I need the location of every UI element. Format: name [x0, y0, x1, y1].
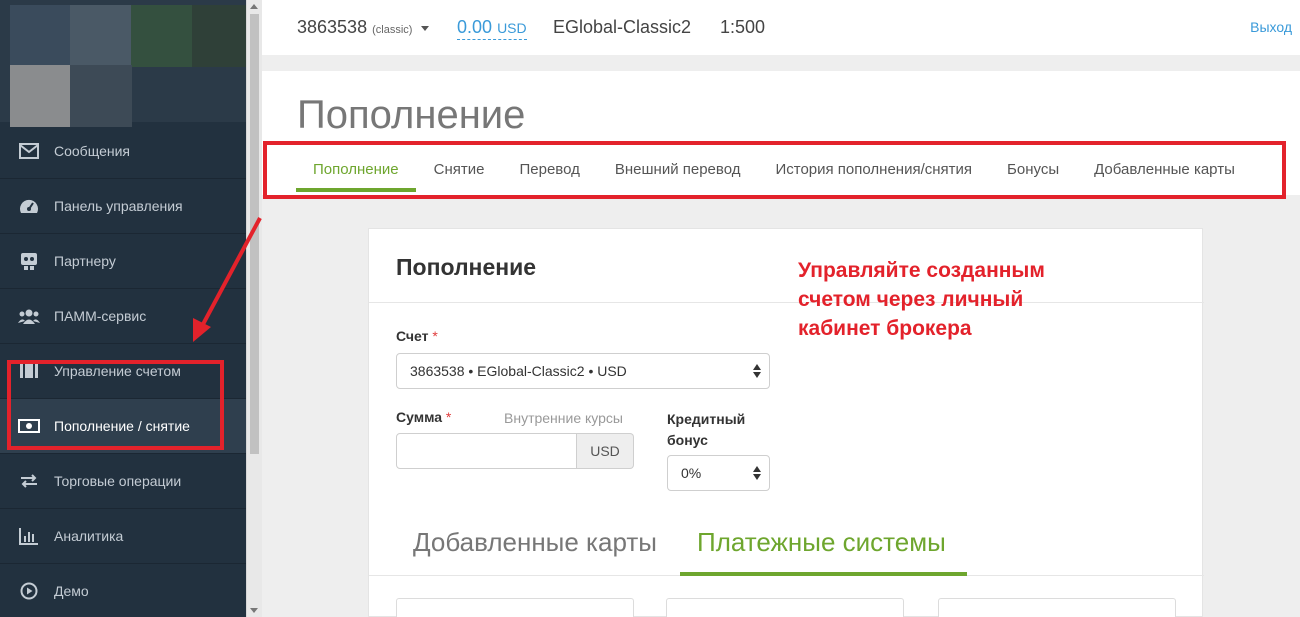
play-icon: [18, 580, 40, 602]
payment-method-card[interactable]: [396, 598, 634, 617]
caret-down-icon: [421, 25, 430, 31]
sidebar-item-label: Торговые операции: [54, 473, 182, 489]
account-select-value: 3863538 • EGlobal-Classic2 • USD: [410, 363, 627, 379]
sidebar-item-label: Аналитика: [54, 528, 124, 544]
amount-label: Сумма *: [396, 409, 451, 425]
annotation-line: счетом через личный: [798, 288, 1024, 311]
select-arrows-icon: [753, 364, 761, 378]
avatar-tile: [70, 65, 132, 127]
internal-rates-link[interactable]: Внутренние курсы: [504, 410, 623, 426]
required-mark: *: [432, 328, 438, 344]
page-title: Пополнение: [297, 93, 526, 137]
avatar-tile: [70, 5, 132, 67]
avatar[interactable]: [0, 0, 246, 127]
avatar-tile: [131, 5, 193, 67]
sidebar-item-dashboard[interactable]: Панель управления: [0, 179, 246, 234]
balance-value: 0.00: [457, 17, 493, 37]
sidebar-item-messages[interactable]: Сообщения: [0, 124, 246, 179]
avatar-tile: [10, 65, 72, 127]
sidebar-item-pamm[interactable]: ПАММ-сервис: [0, 289, 246, 344]
chart-icon: [18, 525, 40, 547]
logout-link[interactable]: Выход: [1250, 19, 1292, 35]
account-label: Счет *: [396, 328, 438, 344]
balance-currency: USD: [497, 20, 527, 36]
scroll-up-icon[interactable]: [250, 4, 258, 9]
sidebar-item-label: ПАММ-сервис: [54, 308, 147, 324]
sidebar-item-partner[interactable]: Партнеру: [0, 234, 246, 289]
envelope-icon: [18, 140, 40, 162]
card-title: Пополнение: [396, 254, 537, 280]
highlight-tabs-box: [263, 141, 1286, 199]
account-number: 3863538: [297, 17, 368, 37]
sidebar-item-trading[interactable]: Торговые операции: [0, 454, 246, 509]
top-bar: 3863538 (classic) 0.00 USD EGlobal-Class…: [262, 0, 1300, 55]
credit-bonus-label: Кредитный бонус: [667, 409, 745, 451]
sidebar-item-label: Панель управления: [54, 198, 183, 214]
required-mark: *: [445, 409, 452, 425]
payment-method-card[interactable]: [666, 598, 904, 617]
leverage: 1:500: [720, 17, 766, 37]
active-tab-indicator: [680, 572, 967, 576]
amount-input[interactable]: [396, 433, 577, 469]
account-type: (classic): [372, 24, 413, 36]
amount-label-text: Сумма: [396, 409, 443, 425]
avatar-tile: [10, 5, 72, 67]
annotation-line: кабинет брокера: [798, 317, 972, 340]
sidebar: Сообщения Панель управления Партнеру ПАМ…: [0, 0, 246, 617]
credit-bonus-label-line: Кредитный: [667, 411, 746, 427]
annotation-note: Управляйте созданным счетом через личный…: [798, 256, 1128, 343]
annotation-line: Управляйте созданным: [798, 259, 1045, 282]
sidebar-item-label: Демо: [54, 583, 89, 599]
partner-icon: [18, 250, 40, 272]
amount-currency: USD: [577, 433, 634, 469]
sidebar-item-analytics[interactable]: Аналитика: [0, 509, 246, 564]
credit-bonus-label-line: бонус: [667, 432, 708, 448]
account-label-text: Счет: [396, 328, 429, 344]
avatar-tile: [192, 5, 246, 67]
payment-method-card[interactable]: [938, 598, 1176, 617]
tab-saved-cards[interactable]: Добавленные карты: [413, 527, 657, 558]
scroll-down-icon[interactable]: [250, 608, 258, 613]
balance-link[interactable]: 0.00 USD: [457, 17, 527, 40]
highlight-sidebar-box: [7, 360, 224, 450]
account-select[interactable]: 3863538 • EGlobal-Classic2 • USD: [396, 353, 770, 389]
credit-bonus-select[interactable]: 0%: [667, 455, 770, 491]
sidebar-item-label: Партнеру: [54, 253, 116, 269]
credit-bonus-value: 0%: [681, 465, 702, 481]
dashboard-icon: [18, 195, 40, 217]
scrollbar-thumb[interactable]: [250, 14, 259, 454]
select-arrows-icon: [753, 466, 761, 480]
sidebar-item-label: Сообщения: [54, 143, 130, 159]
account-switcher[interactable]: 3863538 (classic): [297, 17, 430, 38]
users-icon: [18, 305, 40, 327]
sidebar-item-demo[interactable]: Демо: [0, 564, 246, 617]
tab-payment-systems[interactable]: Платежные системы: [697, 527, 946, 558]
sidebar-scrollbar[interactable]: [246, 0, 262, 617]
exchange-icon: [18, 470, 40, 492]
server-name: EGlobal-Classic2: [553, 17, 692, 37]
